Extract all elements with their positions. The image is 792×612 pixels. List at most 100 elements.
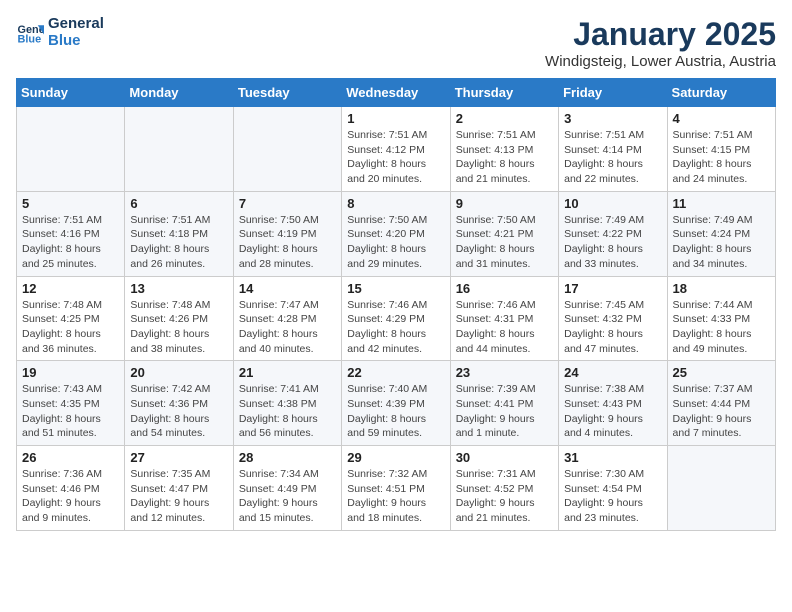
day-info: Sunrise: 7:51 AM Sunset: 4:16 PM Dayligh… (22, 213, 119, 272)
weekday-header-thursday: Thursday (450, 79, 558, 107)
day-info: Sunrise: 7:45 AM Sunset: 4:32 PM Dayligh… (564, 298, 661, 357)
calendar-cell: 12 Sunrise: 7:48 AM Sunset: 4:25 PM Dayli… (17, 276, 125, 361)
title-block: January 2025 Windigsteig, Lower Austria,… (545, 16, 776, 70)
day-number: 10 (564, 196, 661, 211)
day-number: 18 (673, 281, 770, 296)
weekday-header-friday: Friday (559, 79, 667, 107)
day-number: 25 (673, 365, 770, 380)
day-number: 8 (347, 196, 444, 211)
day-info: Sunrise: 7:51 AM Sunset: 4:15 PM Dayligh… (673, 128, 770, 187)
calendar-cell (233, 107, 341, 192)
calendar-cell (125, 107, 233, 192)
calendar-cell: 17 Sunrise: 7:45 AM Sunset: 4:32 PM Dayli… (559, 276, 667, 361)
day-number: 9 (456, 196, 553, 211)
calendar-cell: 2Sunrise: 7:51 AM Sunset: 4:13 PM Daylig… (450, 107, 558, 192)
day-number: 23 (456, 365, 553, 380)
calendar-cell: 11 Sunrise: 7:49 AM Sunset: 4:24 PM Dayli… (667, 191, 775, 276)
day-number: 26 (22, 450, 119, 465)
calendar-cell: 13Sunrise: 7:48 AM Sunset: 4:26 PM Dayli… (125, 276, 233, 361)
day-number: 19 (22, 365, 119, 380)
day-number: 4 (673, 111, 770, 126)
calendar-cell: 23 Sunrise: 7:39 AM Sunset: 4:41 PM Dayli… (450, 361, 558, 446)
svg-text:Blue: Blue (18, 33, 42, 45)
day-number: 20 (130, 365, 227, 380)
day-info: Sunrise: 7:34 AM Sunset: 4:49 PM Dayligh… (239, 467, 336, 526)
day-info: Sunrise: 7:38 AM Sunset: 4:43 PM Dayligh… (564, 382, 661, 441)
day-number: 11 (673, 196, 770, 211)
day-number: 28 (239, 450, 336, 465)
calendar-cell: 20 Sunrise: 7:42 AM Sunset: 4:36 PM Dayli… (125, 361, 233, 446)
day-info: Sunrise: 7:50 AM Sunset: 4:20 PM Dayligh… (347, 213, 444, 272)
logo-icon: General Blue (16, 19, 44, 47)
weekday-header-wednesday: Wednesday (342, 79, 450, 107)
logo-line1: General (48, 16, 104, 33)
day-number: 7 (239, 196, 336, 211)
calendar-cell: 25Sunrise: 7:37 AM Sunset: 4:44 PM Dayli… (667, 361, 775, 446)
day-info: Sunrise: 7:35 AM Sunset: 4:47 PM Dayligh… (130, 467, 227, 526)
calendar-cell: 16Sunrise: 7:46 AM Sunset: 4:31 PM Dayli… (450, 276, 558, 361)
day-info: Sunrise: 7:48 AM Sunset: 4:25 PM Dayligh… (22, 298, 119, 357)
weekday-header-saturday: Saturday (667, 79, 775, 107)
month-title: January 2025 (545, 16, 776, 53)
day-number: 27 (130, 450, 227, 465)
day-number: 31 (564, 450, 661, 465)
day-info: Sunrise: 7:46 AM Sunset: 4:29 PM Dayligh… (347, 298, 444, 357)
calendar-cell: 18 Sunrise: 7:44 AM Sunset: 4:33 PM Dayli… (667, 276, 775, 361)
day-number: 2 (456, 111, 553, 126)
day-info: Sunrise: 7:50 AM Sunset: 4:19 PM Dayligh… (239, 213, 336, 272)
day-info: Sunrise: 7:51 AM Sunset: 4:14 PM Dayligh… (564, 128, 661, 187)
day-number: 14 (239, 281, 336, 296)
day-number: 6 (130, 196, 227, 211)
logo-line2: Blue (48, 33, 104, 50)
calendar-cell: 8 Sunrise: 7:50 AM Sunset: 4:20 PM Daylig… (342, 191, 450, 276)
location-title: Windigsteig, Lower Austria, Austria (545, 53, 776, 70)
day-number: 21 (239, 365, 336, 380)
calendar-table: SundayMondayTuesdayWednesdayThursdayFrid… (16, 78, 776, 531)
calendar-cell: 14Sunrise: 7:47 AM Sunset: 4:28 PM Dayli… (233, 276, 341, 361)
calendar-cell: 29 Sunrise: 7:32 AM Sunset: 4:51 PM Dayli… (342, 446, 450, 531)
calendar-header-row: SundayMondayTuesdayWednesdayThursdayFrid… (17, 79, 776, 107)
day-number: 3 (564, 111, 661, 126)
day-info: Sunrise: 7:49 AM Sunset: 4:22 PM Dayligh… (564, 213, 661, 272)
day-info: Sunrise: 7:36 AM Sunset: 4:46 PM Dayligh… (22, 467, 119, 526)
day-info: Sunrise: 7:41 AM Sunset: 4:38 PM Dayligh… (239, 382, 336, 441)
day-number: 5 (22, 196, 119, 211)
calendar-cell: 19 Sunrise: 7:43 AM Sunset: 4:35 PM Dayli… (17, 361, 125, 446)
calendar-cell: 6 Sunrise: 7:51 AM Sunset: 4:18 PM Daylig… (125, 191, 233, 276)
calendar-week-row: 19 Sunrise: 7:43 AM Sunset: 4:35 PM Dayli… (17, 361, 776, 446)
day-number: 17 (564, 281, 661, 296)
day-info: Sunrise: 7:40 AM Sunset: 4:39 PM Dayligh… (347, 382, 444, 441)
day-info: Sunrise: 7:32 AM Sunset: 4:51 PM Dayligh… (347, 467, 444, 526)
day-info: Sunrise: 7:39 AM Sunset: 4:41 PM Dayligh… (456, 382, 553, 441)
day-number: 16 (456, 281, 553, 296)
day-info: Sunrise: 7:50 AM Sunset: 4:21 PM Dayligh… (456, 213, 553, 272)
day-info: Sunrise: 7:51 AM Sunset: 4:18 PM Dayligh… (130, 213, 227, 272)
calendar-cell: 5 Sunrise: 7:51 AM Sunset: 4:16 PM Daylig… (17, 191, 125, 276)
day-number: 1 (347, 111, 444, 126)
day-info: Sunrise: 7:44 AM Sunset: 4:33 PM Dayligh… (673, 298, 770, 357)
day-number: 22 (347, 365, 444, 380)
day-info: Sunrise: 7:30 AM Sunset: 4:54 PM Dayligh… (564, 467, 661, 526)
day-number: 13 (130, 281, 227, 296)
calendar-cell: 27 Sunrise: 7:35 AM Sunset: 4:47 PM Dayli… (125, 446, 233, 531)
day-number: 30 (456, 450, 553, 465)
weekday-header-monday: Monday (125, 79, 233, 107)
day-info: Sunrise: 7:43 AM Sunset: 4:35 PM Dayligh… (22, 382, 119, 441)
calendar-cell: 15Sunrise: 7:46 AM Sunset: 4:29 PM Dayli… (342, 276, 450, 361)
calendar-cell: 24Sunrise: 7:38 AM Sunset: 4:43 PM Dayli… (559, 361, 667, 446)
calendar-cell: 26 Sunrise: 7:36 AM Sunset: 4:46 PM Dayli… (17, 446, 125, 531)
calendar-cell (17, 107, 125, 192)
day-number: 29 (347, 450, 444, 465)
calendar-week-row: 12 Sunrise: 7:48 AM Sunset: 4:25 PM Dayli… (17, 276, 776, 361)
calendar-cell: 10 Sunrise: 7:49 AM Sunset: 4:22 PM Dayli… (559, 191, 667, 276)
day-info: Sunrise: 7:42 AM Sunset: 4:36 PM Dayligh… (130, 382, 227, 441)
weekday-header-tuesday: Tuesday (233, 79, 341, 107)
calendar-cell: 28 Sunrise: 7:34 AM Sunset: 4:49 PM Dayli… (233, 446, 341, 531)
calendar-cell: 31 Sunrise: 7:30 AM Sunset: 4:54 PM Dayli… (559, 446, 667, 531)
day-number: 12 (22, 281, 119, 296)
calendar-cell: 30Sunrise: 7:31 AM Sunset: 4:52 PM Dayli… (450, 446, 558, 531)
calendar-cell (667, 446, 775, 531)
day-info: Sunrise: 7:49 AM Sunset: 4:24 PM Dayligh… (673, 213, 770, 272)
calendar-week-row: 1Sunrise: 7:51 AM Sunset: 4:12 PM Daylig… (17, 107, 776, 192)
calendar-week-row: 5 Sunrise: 7:51 AM Sunset: 4:16 PM Daylig… (17, 191, 776, 276)
